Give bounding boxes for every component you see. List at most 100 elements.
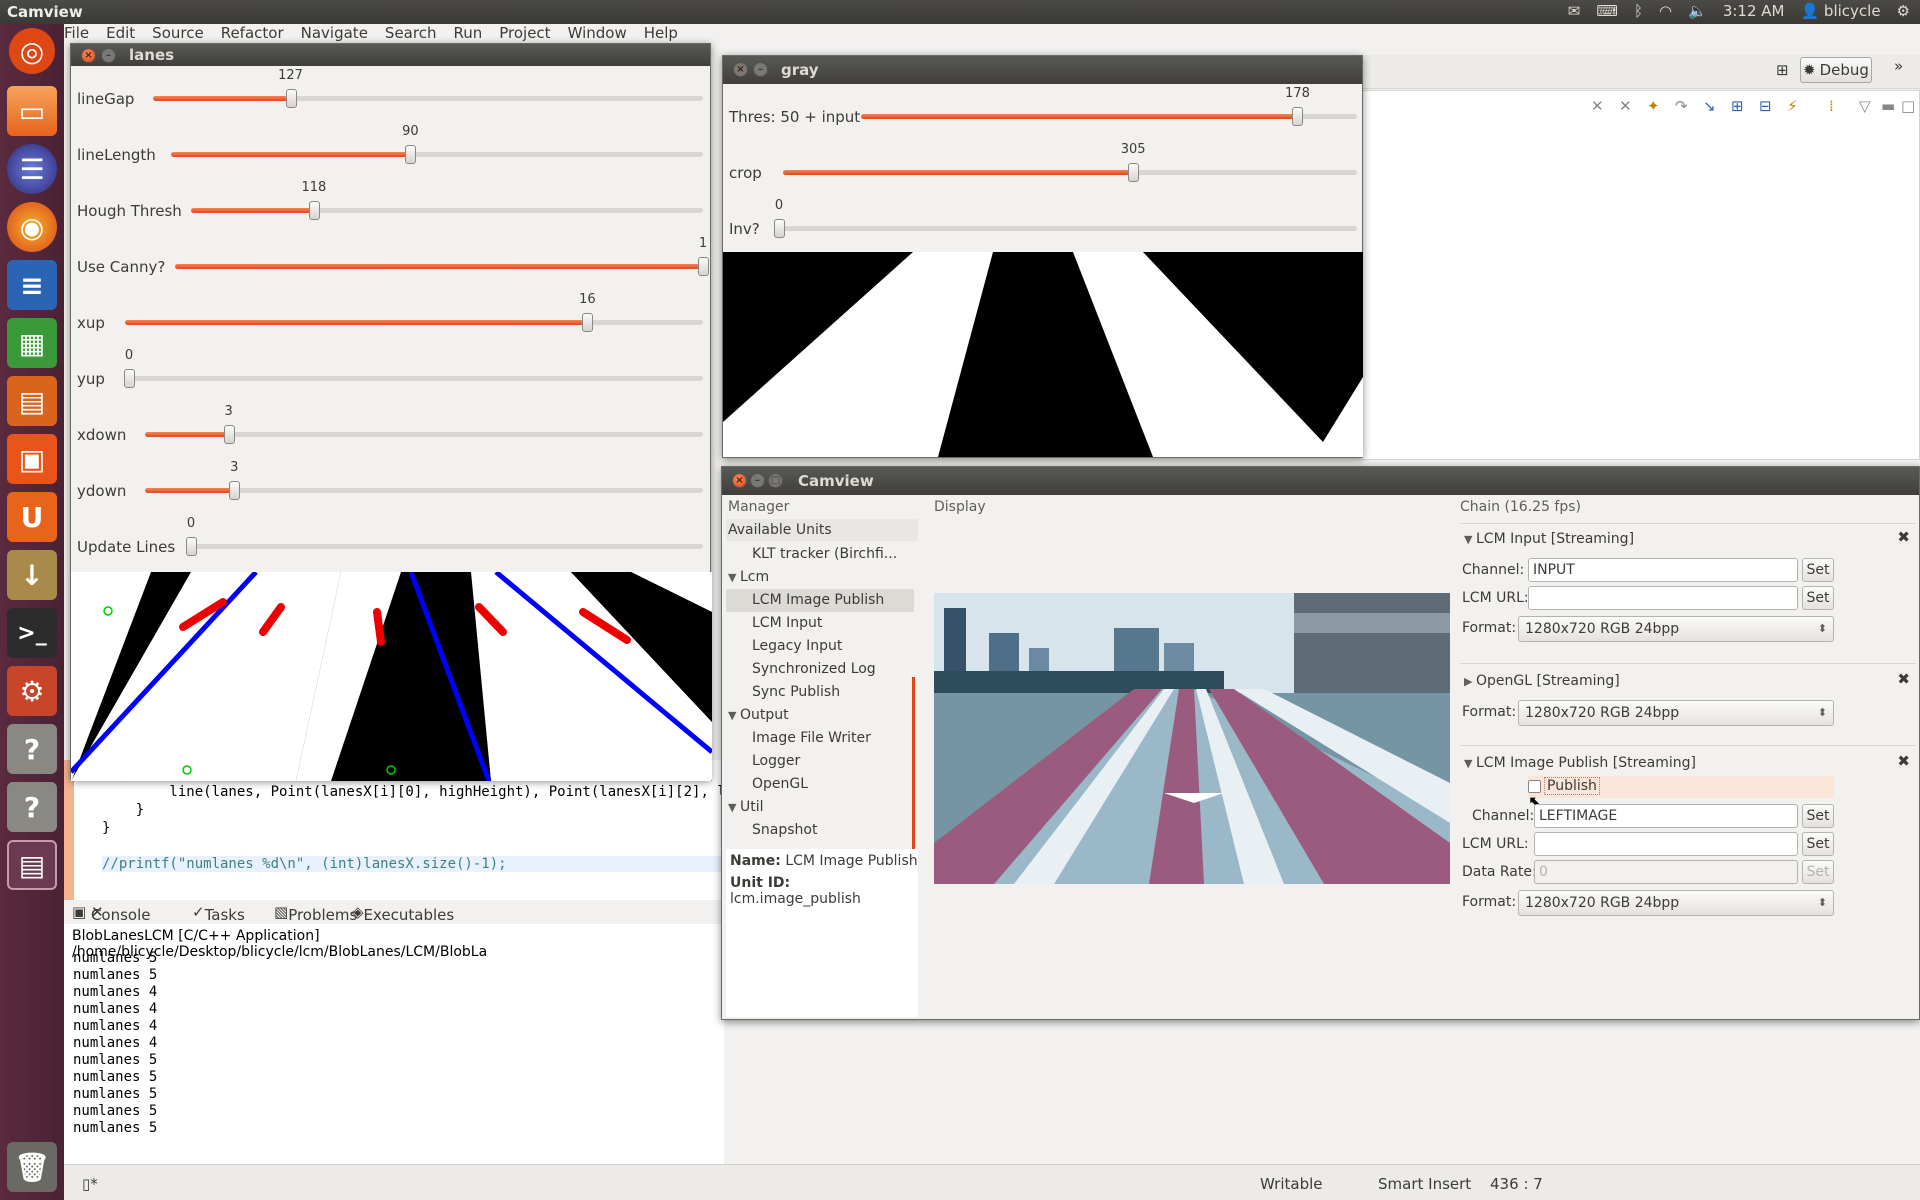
goto-icon[interactable]: ↘ (1703, 97, 1716, 115)
expander-down-icon[interactable]: ▼ (728, 566, 740, 589)
calc-icon[interactable]: ▦ (7, 318, 57, 368)
menu-navigate[interactable]: Navigate (301, 24, 368, 42)
tree-item[interactable]: Sync Publish (726, 681, 914, 704)
slider-handle[interactable] (698, 257, 709, 276)
slider-track[interactable] (124, 369, 703, 388)
slider-handle[interactable] (1128, 163, 1140, 182)
slider-handle[interactable] (124, 369, 135, 388)
expander-down-icon[interactable]: ▼ (728, 796, 740, 819)
tab-executables[interactable]: ◈ Executables (352, 903, 454, 924)
remove-unit-icon[interactable]: ✖ (1897, 670, 1910, 688)
firefox-icon[interactable]: ◉ (7, 202, 57, 252)
menu-refactor[interactable]: Refactor (221, 24, 284, 42)
minimize-icon[interactable]: – (101, 48, 116, 63)
workspace-switcher-icon[interactable]: ▤ (7, 840, 57, 890)
gray-titlebar[interactable]: × – gray (723, 56, 1362, 84)
terminal-icon[interactable]: >_ (7, 608, 57, 658)
user-menu[interactable]: 👤 blicycle (1800, 2, 1880, 20)
slider-handle[interactable] (582, 313, 594, 332)
slider-handle[interactable] (774, 219, 785, 238)
settings-icon[interactable]: ⚙ (7, 666, 57, 716)
skip-icon[interactable]: ↷ (1675, 97, 1688, 115)
lanes-titlebar[interactable]: × – lanes (71, 44, 710, 66)
slider-track[interactable] (145, 425, 703, 444)
slider-handle[interactable] (186, 537, 197, 556)
slider-track[interactable] (186, 537, 703, 556)
maximize-icon[interactable]: □ (768, 473, 783, 488)
open-perspective-icon[interactable]: ⊞ (1776, 61, 1789, 79)
available-units-tree[interactable]: KLT tracker (Birchfi... ▼ Lcm LCM Image Pub… (726, 543, 914, 843)
tree-category[interactable]: ▼ Output (726, 704, 914, 727)
menu-project[interactable]: Project (499, 24, 550, 42)
slider-handle[interactable] (308, 201, 320, 220)
writer-icon[interactable]: ≡ (7, 260, 57, 310)
slider-track[interactable] (783, 163, 1357, 182)
menu-help[interactable]: Help (644, 24, 678, 42)
minimize-icon[interactable]: – (750, 473, 765, 488)
slider-handle[interactable] (229, 481, 241, 500)
slider-track[interactable] (145, 481, 703, 500)
tree-item[interactable]: OpenGL (726, 773, 914, 796)
slider-track[interactable] (774, 219, 1357, 238)
unknown-app-icon[interactable]: ? (7, 782, 57, 832)
tree-item[interactable]: Synchronized Log (726, 658, 914, 681)
minimize-view-icon[interactable]: ▬ (1881, 97, 1895, 115)
tree-scrollbar[interactable] (912, 677, 915, 853)
tree-category[interactable]: ▼ Lcm (726, 566, 914, 589)
bluetooth-icon[interactable]: ᛒ (1634, 2, 1643, 20)
slider-track[interactable] (153, 89, 703, 108)
set-url-button[interactable]: Set (1802, 832, 1834, 856)
tree-item[interactable]: Logger (726, 750, 914, 773)
keyboard-icon[interactable]: ⌨ (1596, 2, 1618, 20)
impress-icon[interactable]: ▤ (7, 376, 57, 426)
clock[interactable]: 3:12 AM (1723, 2, 1785, 20)
tree-item[interactable]: LCM Image Publish (726, 589, 914, 612)
tree-item[interactable]: Image File Writer (726, 727, 914, 750)
menu-search[interactable]: Search (385, 24, 437, 42)
debug-perspective-button[interactable]: ✹ Debug (1800, 57, 1872, 83)
menu-source[interactable]: Source (152, 24, 204, 42)
remove-unit-icon[interactable]: ✖ (1897, 528, 1910, 546)
tree-category[interactable]: ▼ Util (726, 796, 914, 819)
tab-tasks[interactable]: ✓ Tasks (192, 903, 245, 924)
expand-icon[interactable]: ⊞ (1731, 97, 1744, 115)
slider-handle[interactable] (405, 145, 417, 164)
format-select[interactable]: 1280x720 RGB 24bpp ⬍ (1518, 890, 1834, 916)
slider-handle[interactable] (1292, 107, 1304, 126)
eclipse-icon[interactable]: ☰ (7, 144, 57, 194)
downloads-icon[interactable]: ↓ (7, 550, 57, 600)
slider-handle[interactable] (223, 425, 235, 444)
slider-track[interactable] (191, 201, 703, 220)
remove-icon[interactable]: ✕ (1591, 97, 1604, 115)
close-icon[interactable]: × (733, 62, 748, 77)
collapse-icon[interactable]: ⊟ (1759, 97, 1772, 115)
minimize-icon[interactable]: – (753, 62, 768, 77)
tree-item[interactable]: Snapshot (726, 819, 914, 842)
remove-unit-icon[interactable]: ✖ (1897, 752, 1910, 770)
unit-expander[interactable]: ▼ LCM Input [Streaming] (1464, 526, 1634, 552)
menu-file[interactable]: File (64, 24, 89, 42)
set-channel-button[interactable]: Set (1802, 804, 1834, 828)
publish-row[interactable]: Publish (1528, 776, 1834, 798)
gear-icon[interactable]: ⚙ (1897, 2, 1910, 20)
new-icon[interactable]: ▯* (82, 1175, 98, 1193)
menu-run[interactable]: Run (453, 24, 482, 42)
breakpoint-icon[interactable]: ⚡ (1787, 97, 1798, 115)
unit-expander[interactable]: ▶ OpenGL [Streaming] (1464, 668, 1620, 694)
channel-input[interactable]: LEFTIMAGE (1534, 804, 1798, 828)
close-icon[interactable]: × (732, 473, 747, 488)
view-menu-icon[interactable]: ▽ (1859, 97, 1871, 115)
format-select[interactable]: 1280x720 RGB 24bpp ⬍ (1518, 616, 1834, 642)
slider-track[interactable] (171, 145, 703, 164)
tab-problems[interactable]: ▧ Problems (274, 903, 357, 924)
slider-handle[interactable] (285, 89, 297, 108)
tree-item[interactable]: Legacy Input (726, 635, 914, 658)
link-icon[interactable]: ✦ (1647, 97, 1660, 115)
trash-icon[interactable]: 🗑 (7, 1142, 57, 1192)
tab-console[interactable]: ▣ Console ✕ (72, 903, 151, 924)
slider-track[interactable] (861, 107, 1357, 126)
lcm-url-input[interactable] (1534, 832, 1798, 856)
set-channel-button[interactable]: Set (1802, 558, 1834, 582)
channel-input[interactable]: INPUT (1528, 558, 1798, 582)
wifi-icon[interactable]: ◠ (1659, 2, 1672, 20)
